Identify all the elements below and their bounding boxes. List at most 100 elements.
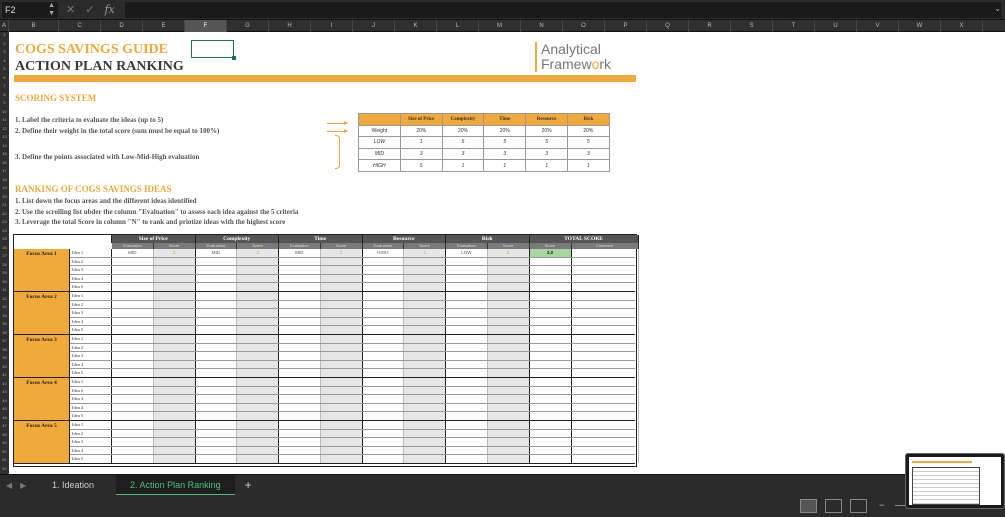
evaluation-dropdown[interactable] [112, 326, 154, 334]
evaluation-dropdown[interactable] [279, 360, 321, 369]
normal-view-icon[interactable] [800, 499, 817, 513]
evaluation-dropdown[interactable] [363, 292, 405, 300]
comment-cell[interactable] [572, 343, 639, 352]
row-header[interactable]: 38 [0, 347, 9, 352]
evaluation-dropdown[interactable] [446, 360, 488, 369]
evaluation-dropdown[interactable] [363, 412, 405, 420]
evaluation-dropdown[interactable] [446, 438, 488, 446]
row-header[interactable]: 20 [0, 194, 9, 199]
evaluation-dropdown[interactable] [279, 455, 321, 463]
row-header[interactable]: 42 [0, 381, 9, 386]
scoring-cell[interactable]: 5 [399, 159, 443, 172]
idea-label[interactable]: Idea 5 [70, 369, 112, 377]
comment-cell[interactable] [572, 292, 639, 300]
row-header[interactable]: 16 [0, 160, 9, 165]
evaluation-dropdown[interactable] [446, 257, 488, 266]
evaluation-dropdown[interactable] [446, 283, 488, 291]
evaluation-dropdown[interactable] [279, 421, 321, 429]
column-header[interactable]: T [773, 20, 815, 32]
evaluation-dropdown[interactable] [279, 335, 321, 343]
column-header[interactable]: G [227, 20, 269, 32]
evaluation-dropdown[interactable] [112, 395, 154, 403]
column-header[interactable]: K [395, 20, 437, 32]
evaluation-dropdown[interactable] [446, 266, 488, 274]
evaluation-dropdown[interactable] [196, 343, 238, 352]
comment-cell[interactable] [572, 395, 639, 403]
column-header[interactable]: M [479, 20, 521, 32]
evaluation-dropdown[interactable] [446, 455, 488, 463]
row-header[interactable]: 31 [0, 287, 9, 292]
idea-label[interactable]: Idea 5 [70, 283, 112, 291]
evaluation-dropdown[interactable] [363, 369, 405, 377]
evaluation-dropdown[interactable] [446, 309, 488, 317]
evaluation-dropdown[interactable] [279, 386, 321, 395]
column-header[interactable]: W [899, 20, 941, 32]
evaluation-dropdown[interactable] [279, 446, 321, 455]
idea-label[interactable]: Idea 3 [70, 395, 112, 403]
evaluation-dropdown[interactable] [363, 395, 405, 403]
comment-cell[interactable] [572, 326, 639, 334]
evaluation-dropdown[interactable]: MID [196, 249, 238, 257]
add-sheet-button[interactable]: + [245, 478, 252, 492]
evaluation-dropdown[interactable] [363, 257, 405, 266]
focus-area-label[interactable]: Focus Area 5 [14, 421, 70, 464]
row-header[interactable]: 33 [0, 304, 9, 309]
comment-cell[interactable] [572, 283, 639, 291]
evaluation-dropdown[interactable] [363, 283, 405, 291]
evaluation-dropdown[interactable] [363, 300, 405, 309]
chevron-right-icon[interactable]: ▶ [20, 481, 26, 490]
evaluation-dropdown[interactable] [196, 446, 238, 455]
idea-label[interactable]: Idea 3 [70, 352, 112, 360]
evaluation-dropdown[interactable] [112, 369, 154, 377]
comment-cell[interactable] [572, 257, 639, 266]
row-header[interactable]: 51 [0, 457, 9, 462]
scoring-cell[interactable]: 20% [399, 124, 443, 138]
column-header[interactable]: J [353, 20, 395, 32]
row-header[interactable]: 14 [0, 143, 9, 148]
evaluation-dropdown[interactable] [446, 378, 488, 386]
scoring-cell[interactable]: 5 [483, 136, 527, 149]
page-break-view-icon[interactable] [850, 499, 867, 513]
comment-cell[interactable] [572, 352, 639, 360]
row-header[interactable]: 12 [0, 126, 9, 131]
row-header[interactable]: 49 [0, 440, 9, 445]
scoring-cell[interactable]: 3 [566, 147, 610, 161]
evaluation-dropdown[interactable] [446, 386, 488, 395]
row-header[interactable]: 4 [0, 58, 9, 63]
evaluation-dropdown[interactable] [363, 317, 405, 326]
evaluation-dropdown[interactable] [196, 257, 238, 266]
row-header[interactable]: 22 [0, 211, 9, 216]
name-box-stepper-icon[interactable]: ▲ ▼ [48, 2, 55, 18]
evaluation-dropdown[interactable] [196, 412, 238, 420]
scoring-cell[interactable]: 20% [441, 124, 485, 138]
comment-cell[interactable] [572, 317, 639, 326]
row-header[interactable]: 32 [0, 296, 9, 301]
formula-input[interactable] [124, 1, 1001, 18]
comment-cell[interactable] [572, 412, 639, 420]
cancel-icon[interactable]: ✕ [66, 3, 75, 16]
evaluation-dropdown[interactable] [196, 378, 238, 386]
idea-label[interactable]: Idea 1 [70, 292, 112, 300]
scoring-cell[interactable]: 20% [566, 124, 610, 138]
zoom-out-icon[interactable]: − [879, 500, 884, 510]
comment-cell[interactable] [572, 429, 639, 438]
row-header[interactable]: 30 [0, 279, 9, 284]
evaluation-dropdown[interactable] [112, 446, 154, 455]
evaluation-dropdown[interactable] [279, 309, 321, 317]
column-header[interactable]: D [101, 20, 143, 32]
idea-label[interactable]: Idea 4 [70, 446, 112, 455]
scoring-cell[interactable]: 20% [525, 124, 568, 138]
evaluation-dropdown[interactable] [279, 412, 321, 420]
evaluation-dropdown[interactable] [279, 429, 321, 438]
evaluation-dropdown[interactable] [446, 395, 488, 403]
evaluation-dropdown[interactable] [279, 403, 321, 412]
scoring-cell[interactable]: 1 [483, 159, 527, 172]
evaluation-dropdown[interactable] [112, 292, 154, 300]
idea-label[interactable]: Idea 4 [70, 317, 112, 326]
evaluation-dropdown[interactable] [112, 412, 154, 420]
column-header[interactable]: U [815, 20, 857, 32]
evaluation-dropdown[interactable] [279, 352, 321, 360]
idea-label[interactable]: Idea 1 [70, 421, 112, 429]
chevron-down-icon[interactable]: ⌄ [994, 4, 1001, 13]
evaluation-dropdown[interactable] [196, 292, 238, 300]
